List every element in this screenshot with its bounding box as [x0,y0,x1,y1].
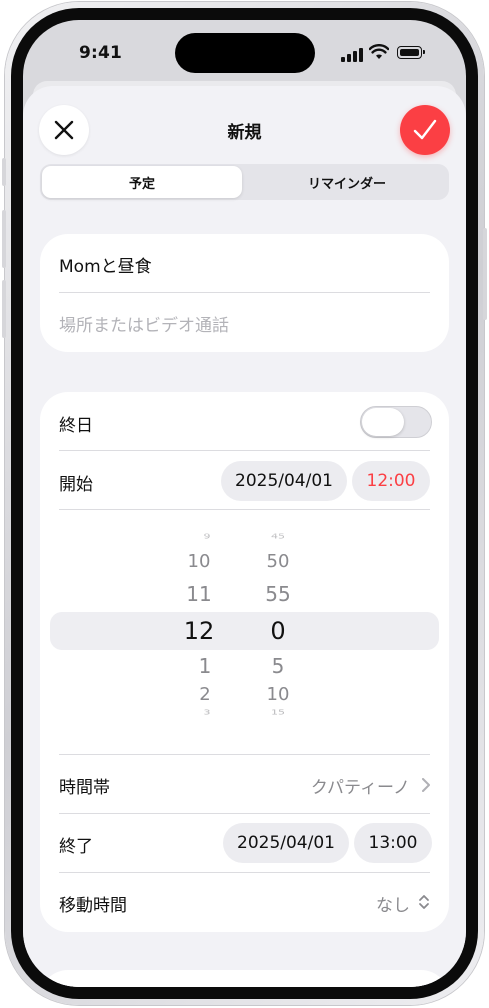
segment-event[interactable]: 予定 [42,166,242,198]
picker-hour-item[interactable]: 1 [175,654,235,678]
divider [59,872,430,873]
travel-time-value: なし [376,896,410,916]
divider [59,754,430,755]
start-date-pill[interactable]: 2025/04/01 [221,461,347,501]
date-time-card: 終日 開始 2025/04/01 12:00 9 10 11 12 1 2 3 … [40,392,449,932]
all-day-toggle[interactable] [360,406,432,438]
picker-minute-item[interactable]: 5 [248,654,308,678]
divider [59,813,430,814]
picker-bottom-fade [50,714,439,732]
chevron-right-icon [422,778,430,792]
new-event-sheet: 新規 予定 リマインダー Momと昼食 場所またはビデオ通話 終日 開始 202… [23,86,466,987]
picker-hour-item[interactable]: 2 [175,684,235,705]
power-button [483,228,487,320]
status-bar: 9:41 [23,20,466,82]
volume-up-button [2,210,6,268]
location-field[interactable]: 場所またはビデオ通話 [59,311,229,336]
picker-minute-item[interactable]: 55 [248,582,308,606]
segment-reminder[interactable]: リマインダー [247,166,447,198]
battery-icon [397,46,425,59]
checkmark-icon [413,119,437,140]
screen: 9:41 新規 予定 リマインダー Momと昼食 場所またはビデオ通話 終日 開… [23,20,466,987]
picker-minute-item[interactable]: 50 [248,551,308,572]
picker-hour-item[interactable]: 10 [169,551,229,572]
end-time-pill[interactable]: 13:00 [354,823,432,863]
divider [59,450,430,451]
timezone-label: 時間帯 [59,778,110,798]
chevron-up-down-icon [419,895,429,909]
all-day-label: 終日 [59,416,93,436]
divider [59,509,430,510]
dynamic-island [175,33,315,73]
signal-icon [341,48,363,62]
picker-top-fade [50,520,439,538]
divider [59,292,430,293]
end-date-pill[interactable]: 2025/04/01 [223,823,349,863]
start-time-pill[interactable]: 12:00 [352,461,430,501]
status-time: 9:41 [79,43,123,63]
travel-time-label: 移動時間 [59,896,127,916]
title-location-card: Momと昼食 場所またはビデオ通話 [40,234,449,352]
wifi-icon [369,44,389,59]
event-type-segmented-control: 予定 リマインダー [40,164,449,200]
picker-selection-band [50,612,439,650]
picker-minute-selected[interactable]: 0 [248,617,308,645]
event-title-field[interactable]: Momと昼食 [59,252,152,277]
picker-minute-item[interactable]: 10 [248,684,308,705]
next-section-card [40,970,449,987]
timezone-value: クパティーノ [310,778,410,798]
done-button[interactable] [400,105,450,155]
end-label: 終了 [59,837,93,857]
action-button [2,158,6,186]
start-label: 開始 [59,475,93,495]
picker-hour-item[interactable]: 11 [169,582,229,606]
picker-hour-selected[interactable]: 12 [169,617,229,645]
toggle-knob [362,408,404,436]
volume-down-button [2,280,6,338]
